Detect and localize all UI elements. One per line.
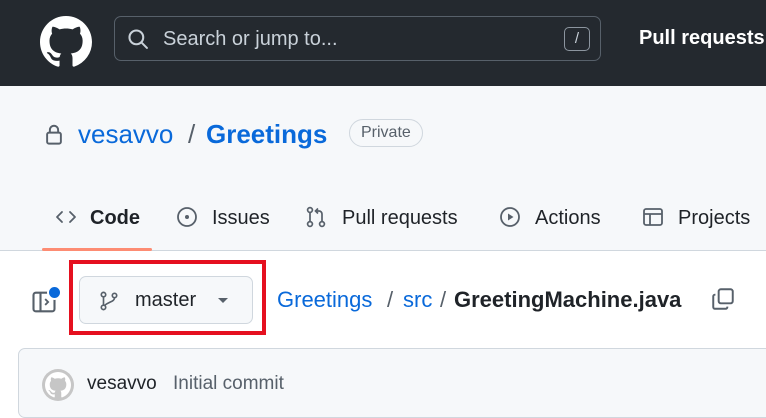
latest-commit-box: vesavvo Initial commit xyxy=(18,348,766,418)
repo-name-link[interactable]: Greetings xyxy=(206,119,327,150)
visibility-badge: Private xyxy=(349,119,423,147)
repo-owner-link[interactable]: vesavvo xyxy=(78,119,173,150)
lock-icon xyxy=(46,124,62,145)
pull-request-icon xyxy=(306,206,326,228)
breadcrumb-separator: / xyxy=(387,287,394,312)
repo-header: vesavvo / Greetings Private Code Issues … xyxy=(0,86,766,251)
tab-label: Issues xyxy=(212,207,270,229)
code-icon xyxy=(56,211,76,223)
header-pull-requests-link[interactable]: Pull requests xyxy=(639,27,765,50)
table-icon xyxy=(643,208,663,226)
tab-label: Code xyxy=(90,207,140,229)
github-avatar-icon xyxy=(45,372,71,398)
commit-author-link[interactable]: vesavvo xyxy=(87,373,157,395)
search-placeholder: Search or jump to... xyxy=(163,28,338,50)
commit-message-link[interactable]: Initial commit xyxy=(173,373,284,395)
tab-label: Actions xyxy=(535,207,601,229)
github-logo-icon[interactable] xyxy=(40,16,92,68)
search-icon xyxy=(128,29,148,49)
avatar[interactable] xyxy=(42,369,74,401)
breadcrumb-current-file: GreetingMachine.java xyxy=(454,287,682,312)
repo-path-separator: / xyxy=(188,119,196,149)
breadcrumb-separator: / xyxy=(440,287,447,312)
breadcrumb-repo-link[interactable]: Greetings xyxy=(277,287,372,313)
search-input[interactable]: Search or jump to... / xyxy=(114,16,601,61)
play-icon xyxy=(500,207,520,227)
annotation-highlight-box xyxy=(69,260,266,335)
search-shortcut-key: / xyxy=(564,27,590,51)
global-header: Search or jump to... / Pull requests xyxy=(0,0,766,86)
tab-label: Pull requests xyxy=(342,207,458,229)
breadcrumb-folder-link[interactable]: src xyxy=(403,287,432,313)
selected-tab-indicator xyxy=(42,248,152,251)
notification-dot xyxy=(47,285,62,300)
issue-icon xyxy=(177,207,197,227)
tab-label: Projects xyxy=(678,207,751,229)
copy-path-icon[interactable] xyxy=(710,286,736,312)
